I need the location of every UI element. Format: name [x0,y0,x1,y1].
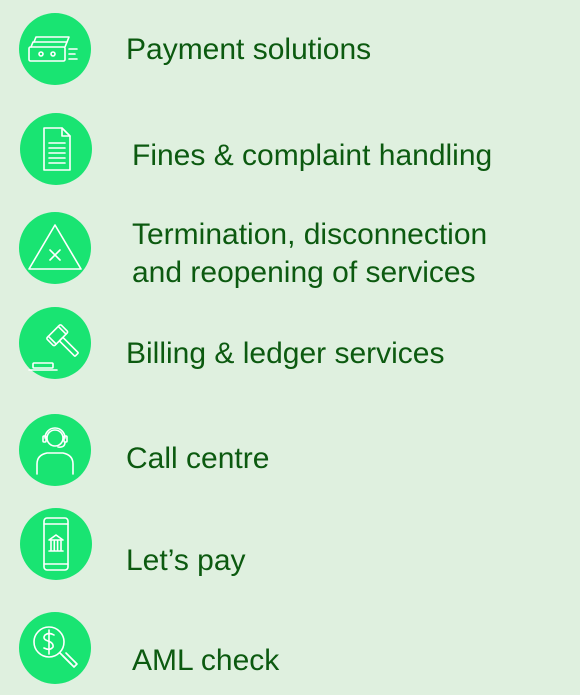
money-icon [19,13,91,85]
headset-user-icon [19,414,91,486]
service-label: Billing & ledger services [126,337,445,370]
service-label: Let’s pay [126,544,246,577]
service-label: AML check [132,644,280,677]
service-label-line-2: and reopening of services [132,256,476,289]
gavel-icon [19,307,91,379]
service-list: Payment solutions Fines & complaint hand… [0,0,580,695]
service-label: Payment solutions [126,33,372,66]
mobile-bank-icon [20,508,92,580]
dollar-magnifier-icon [19,612,91,684]
document-icon [20,113,92,185]
service-label-line-1: Termination, disconnection [132,218,488,251]
service-label: Call centre [126,442,270,475]
service-label: Fines & complaint handling [132,139,493,172]
warning-triangle-icon [19,212,91,284]
